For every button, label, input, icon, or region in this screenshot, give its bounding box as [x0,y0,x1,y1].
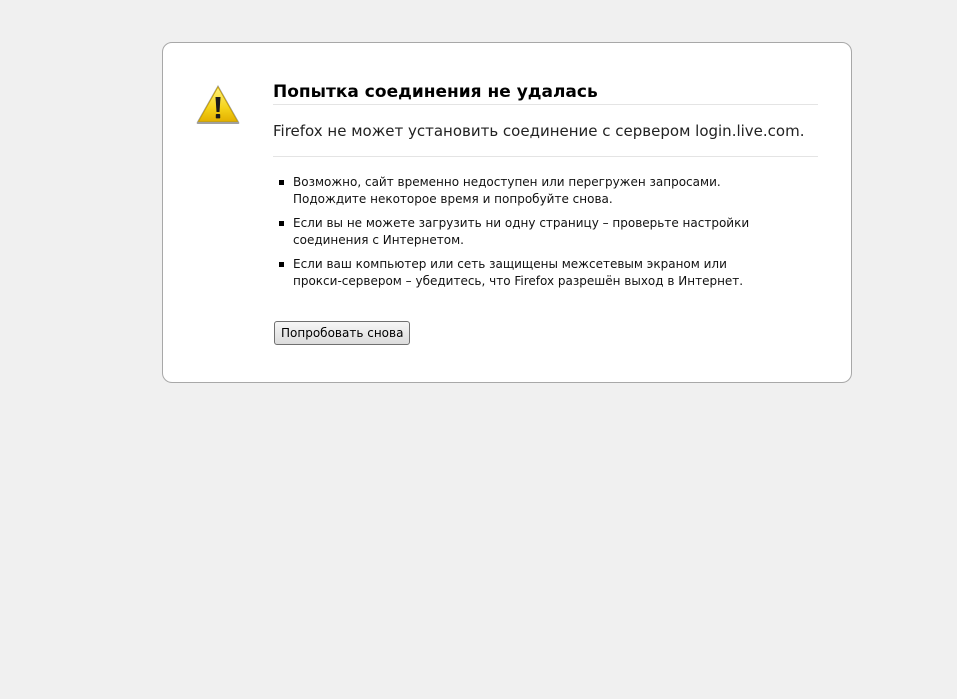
tip-text: Если ваш компьютер или сеть защищены меж… [293,257,744,288]
tip-item: Если ваш компьютер или сеть защищены меж… [273,256,768,290]
tip-text: Возможно, сайт временно недоступен или п… [293,175,721,206]
tip-item: Возможно, сайт временно недоступен или п… [273,174,768,208]
error-content: Попытка соединения не удалась Firefox не… [273,81,818,297]
try-again-button[interactable]: Попробовать снова [274,321,411,345]
tip-item: Если вы не можете загрузить ни одну стра… [273,215,768,249]
bullet-icon [279,262,284,267]
error-title: Попытка соединения не удалась [273,81,818,105]
bullet-icon [279,180,284,185]
error-short-description: Firefox не может установить соединение с… [273,105,818,157]
tip-text: Если вы не можете загрузить ни одну стра… [293,216,750,247]
bullet-icon [279,221,284,226]
error-tips-list: Возможно, сайт временно недоступен или п… [273,174,818,290]
error-page-container: Попытка соединения не удалась Firefox не… [162,42,852,383]
warning-icon [196,85,240,124]
